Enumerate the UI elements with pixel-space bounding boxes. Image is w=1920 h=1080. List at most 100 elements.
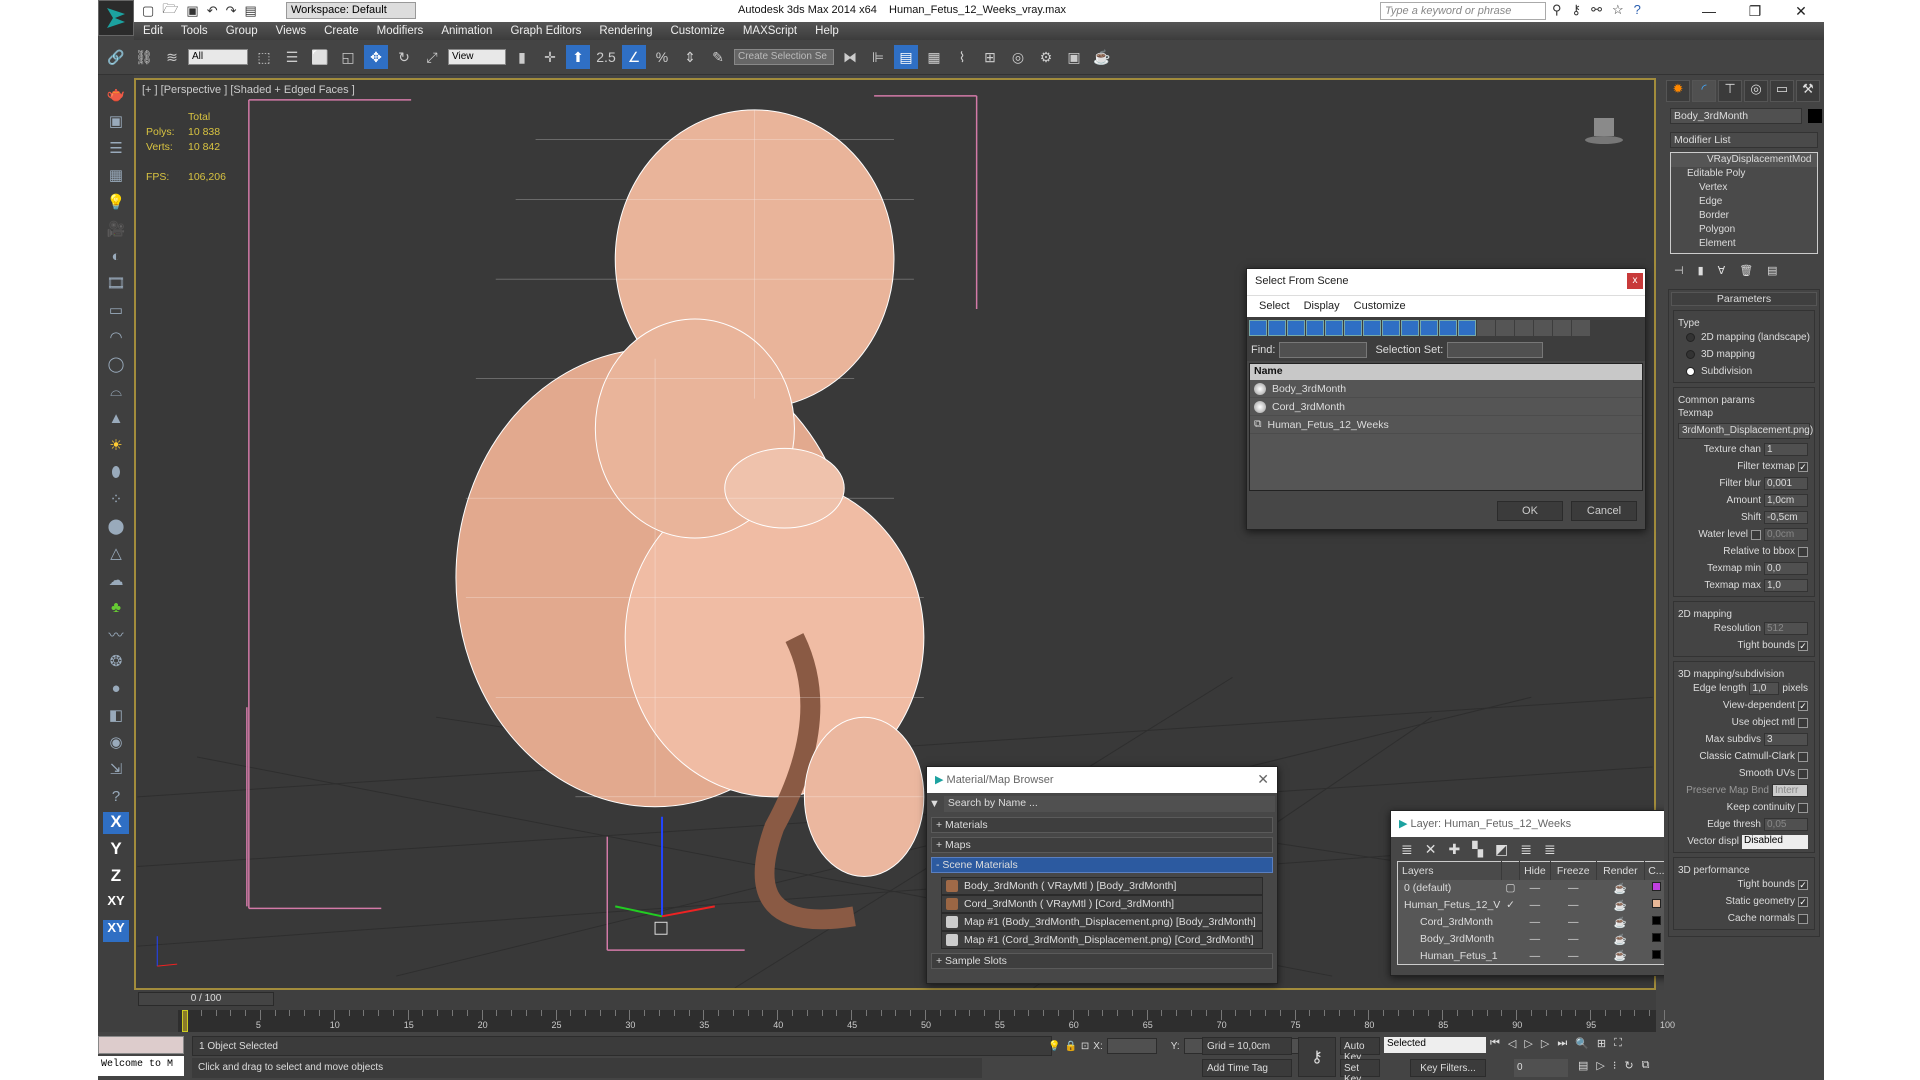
shapes-filter-icon[interactable]	[1268, 320, 1286, 336]
amount-spinner[interactable]: 1,0cm	[1764, 494, 1808, 507]
zoom-all-icon[interactable]: ⊞	[1597, 1037, 1606, 1050]
texmap-button[interactable]: 3rdMonth_Displacement.png)	[1678, 423, 1813, 439]
stack-item-vertex[interactable]: Vertex	[1671, 181, 1817, 195]
rendered-frame-window-icon[interactable]: ▣	[1062, 45, 1086, 69]
list-item[interactable]: ⧉ Human_Fetus_12_Weeks	[1250, 416, 1642, 434]
mesh-icon[interactable]: △	[103, 542, 129, 564]
sphere-icon[interactable]: ●	[103, 677, 129, 699]
static-geometry-checkbox[interactable]: ✓	[1798, 896, 1808, 907]
tight-bounds-3d-checkbox[interactable]: ✓	[1798, 879, 1808, 890]
groups-filter-icon[interactable]	[1363, 320, 1381, 336]
key-filters-button[interactable]: Key Filters...	[1410, 1059, 1486, 1077]
redo-icon[interactable]: ↷	[226, 3, 237, 19]
grass-dome-icon[interactable]: ⌓	[103, 380, 129, 402]
menu-customize[interactable]: Customize	[1354, 300, 1406, 313]
toolbar-options-icon[interactable]	[1572, 320, 1590, 336]
satellite-icon[interactable]: ⚯	[1591, 2, 1602, 18]
render-production-icon[interactable]: ☕	[1090, 45, 1114, 69]
help-icon[interactable]: ?	[1634, 2, 1641, 18]
blobs-icon[interactable]: ⬤	[103, 515, 129, 537]
viewcube[interactable]	[1584, 114, 1624, 146]
isolate-icon[interactable]: 💡	[1048, 1041, 1060, 1052]
hair-icon[interactable]: 〰	[103, 623, 129, 645]
tight-bounds-2d-checkbox[interactable]: ✓	[1798, 640, 1808, 651]
star-icon[interactable]: ☆	[1612, 2, 1624, 18]
reference-coord-dropdown[interactable]: View	[448, 49, 506, 65]
select-manipulate-icon[interactable]: ✛	[538, 45, 562, 69]
menu-select[interactable]: Select	[1259, 300, 1290, 313]
radio-3d-mapping[interactable]: 3D mapping	[1676, 346, 1812, 363]
play-icon[interactable]: ▷	[1524, 1037, 1532, 1050]
time-slider[interactable]: 0 / 100	[138, 992, 274, 1006]
named-selection-set-dropdown[interactable]: Create Selection Se	[734, 49, 834, 65]
modify-tab[interactable]: ◜	[1692, 80, 1716, 102]
zoom-extents-icon[interactable]: ⛶	[1614, 1037, 1622, 1050]
filter-texmap-checkbox[interactable]: ✓	[1798, 461, 1808, 472]
render-frame-icon[interactable]: ▣	[103, 110, 129, 132]
edge-length-spinner[interactable]: 1,0	[1749, 682, 1780, 695]
hide-all-icon[interactable]: ≣	[1520, 841, 1532, 857]
object-props-icon[interactable]: ◧	[103, 704, 129, 726]
filter-funnel-icon[interactable]	[1534, 320, 1552, 336]
smooth-uvs-checkbox[interactable]	[1798, 768, 1808, 779]
x-coordinate-field[interactable]	[1106, 1038, 1157, 1054]
radio-2d-mapping[interactable]: 2D mapping (landscape)	[1676, 329, 1812, 346]
object-color-swatch[interactable]	[1808, 109, 1822, 123]
curve-editor-icon[interactable]: ⌇	[950, 45, 974, 69]
layer-manager-icon[interactable]: ▤	[894, 45, 918, 69]
menu-edit[interactable]: Edit	[134, 25, 172, 37]
texmap-min-spinner[interactable]: 0,0	[1764, 562, 1808, 575]
select-all-icon[interactable]	[1477, 320, 1495, 336]
object-name-field[interactable]: Body_3rdMonth	[1670, 108, 1802, 124]
previous-frame-icon[interactable]: ◁	[1508, 1037, 1516, 1050]
remove-modifier-icon[interactable]: 🗑	[1739, 264, 1753, 277]
axis-snap-xy-button[interactable]: XY	[103, 920, 129, 942]
rect-selection-icon[interactable]: ⬜	[308, 45, 332, 69]
column-header[interactable]: Layers	[1397, 861, 1502, 880]
rollout-header[interactable]: Parameters	[1671, 292, 1817, 306]
mirror-icon[interactable]: ⧓	[838, 45, 862, 69]
keyboard-shortcut-toggle-icon[interactable]: ⬆	[566, 45, 590, 69]
axis-z-button[interactable]: Z	[103, 866, 129, 888]
particles-icon[interactable]: ⁘	[103, 488, 129, 510]
stack-item-edge[interactable]: Edge	[1671, 195, 1817, 209]
dome-icon[interactable]: ◠	[103, 326, 129, 348]
show-end-result-icon[interactable]: ▮	[1698, 264, 1704, 277]
radio-subdivision[interactable]: Subdivision	[1676, 363, 1812, 380]
water-level-checkbox[interactable]	[1751, 529, 1761, 540]
preserve-map-dropdown[interactable]: Interr	[1772, 784, 1808, 797]
fur-icon[interactable]: ❂	[103, 650, 129, 672]
axis-y-button[interactable]: Y	[103, 839, 129, 861]
snaps-toggle-icon[interactable]: 2.5	[594, 45, 618, 69]
menu-display[interactable]: Display	[1304, 300, 1340, 313]
ellipse-icon[interactable]: ⬮	[103, 461, 129, 483]
auto-key-button[interactable]: Auto Key	[1340, 1037, 1380, 1063]
relative-bbox-checkbox[interactable]	[1798, 546, 1808, 557]
menu-graph-editors[interactable]: Graph Editors	[501, 25, 590, 37]
time-config-icon[interactable]: ▤	[1578, 1059, 1588, 1072]
list-item[interactable]: Cord_3rdMonth	[1250, 398, 1642, 416]
containers-filter-icon[interactable]	[1420, 320, 1438, 336]
invert-selection-icon[interactable]	[1515, 320, 1533, 336]
stack-item-editable-poly[interactable]: Editable Poly	[1671, 167, 1817, 181]
menu-help[interactable]: Help	[806, 25, 848, 37]
align-icon[interactable]: ⊫	[866, 45, 890, 69]
zoom-icon[interactable]: 🔍	[1575, 1037, 1589, 1050]
texmap-max-spinner[interactable]: 1,0	[1764, 579, 1808, 592]
minimize-button[interactable]: —	[1686, 0, 1732, 22]
delete-layer-icon[interactable]: ✕	[1425, 841, 1437, 857]
make-unique-icon[interactable]: ∀	[1718, 264, 1726, 277]
geometry-filter-icon[interactable]	[1249, 320, 1267, 336]
use-object-mtl-checkbox[interactable]	[1798, 717, 1808, 728]
helpers-filter-icon[interactable]	[1325, 320, 1343, 336]
list-item[interactable]: Map #1 (Body_3rdMonth_Displacement.png) …	[941, 913, 1263, 931]
film-icon[interactable]: 🎞	[103, 272, 129, 294]
set-key-icon[interactable]: ⚷	[1298, 1037, 1336, 1077]
binoculars-icon[interactable]: ⚲	[1552, 2, 1562, 18]
sun-icon[interactable]: ☀	[103, 434, 129, 456]
cancel-button[interactable]: Cancel	[1571, 501, 1637, 521]
freeze-all-icon[interactable]: ≣	[1544, 841, 1556, 857]
blue-sphere-icon[interactable]: ◉	[103, 731, 129, 753]
select-none-icon[interactable]	[1496, 320, 1514, 336]
frozen-filter-icon[interactable]	[1439, 320, 1457, 336]
